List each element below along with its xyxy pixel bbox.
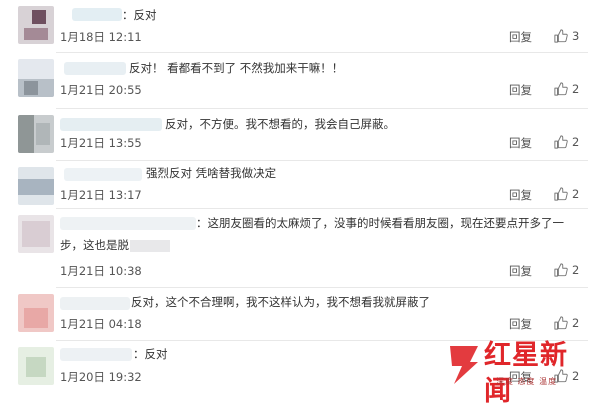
comment-text: 反对，不方便。我不想看的，我会自己屏蔽。 bbox=[165, 117, 395, 131]
comment-item: 反对，这个不合理啊，我不这样认为，我不想看我就屏蔽了 1月21日 04:18 回… bbox=[0, 288, 600, 340]
comment-text: ：这朋友圈看的太麻烦了，没事的时候看看朋友圈，现在还要点开多了一 bbox=[196, 216, 564, 230]
like-button[interactable]: 2 bbox=[554, 135, 579, 149]
comment-text: 强烈反对 凭啥替我做决定 bbox=[146, 166, 277, 180]
comment-time: 1月21日 20:55 bbox=[60, 83, 142, 97]
like-count: 2 bbox=[572, 187, 580, 201]
username-blurred[interactable] bbox=[60, 118, 162, 131]
avatar[interactable] bbox=[18, 215, 54, 253]
avatar[interactable] bbox=[18, 167, 54, 205]
comment-item: 反对！ 看都看不到了 不然我加来干嘛！！ 1月21日 20:55 回复 2 bbox=[0, 53, 600, 108]
brand-name: 红星新闻 bbox=[484, 340, 568, 406]
like-button[interactable]: 2 bbox=[554, 82, 579, 96]
reply-button[interactable]: 回复 bbox=[509, 29, 532, 45]
like-button[interactable]: 2 bbox=[554, 316, 579, 330]
thumbs-up-icon bbox=[554, 316, 568, 330]
thumbs-up-icon bbox=[554, 29, 568, 43]
username-blurred[interactable] bbox=[64, 62, 126, 75]
reply-button[interactable]: 回复 bbox=[509, 135, 532, 151]
username-blurred[interactable] bbox=[64, 168, 142, 181]
like-button[interactable]: 2 bbox=[554, 187, 579, 201]
comment-item: ：这朋友圈看的太麻烦了，没事的时候看看朋友圈，现在还要点开多了一 步，这也是脱 … bbox=[0, 209, 600, 287]
red-star-logo-icon bbox=[450, 346, 478, 384]
like-button[interactable]: 2 bbox=[554, 263, 579, 277]
comment-time: 1月18日 12:11 bbox=[60, 30, 142, 44]
brand-watermark: 红星新闻 深度 态度 温度 bbox=[444, 338, 594, 406]
username-blurred[interactable] bbox=[60, 217, 196, 230]
avatar[interactable] bbox=[18, 6, 54, 44]
thumbs-up-icon bbox=[554, 135, 568, 149]
like-button[interactable]: 3 bbox=[554, 29, 579, 43]
like-count: 3 bbox=[572, 29, 580, 43]
comment-time: 1月21日 13:17 bbox=[60, 188, 142, 202]
reply-button[interactable]: 回复 bbox=[509, 263, 532, 279]
comment-text: ：反对 bbox=[122, 8, 157, 22]
like-count: 2 bbox=[572, 82, 580, 96]
comment-text: 反对，这个不合理啊，我不这样认为，我不想看我就屏蔽了 bbox=[131, 295, 430, 309]
username-blurred[interactable] bbox=[60, 297, 130, 310]
thumbs-up-icon bbox=[554, 82, 568, 96]
comment-time: 1月21日 13:55 bbox=[60, 136, 142, 150]
avatar[interactable] bbox=[18, 115, 54, 153]
like-count: 2 bbox=[572, 263, 580, 277]
avatar[interactable] bbox=[18, 59, 54, 97]
comment-item: ：反对 1月18日 12:11 回复 3 bbox=[0, 0, 600, 52]
reply-button[interactable]: 回复 bbox=[509, 187, 532, 203]
comment-time: 1月21日 04:18 bbox=[60, 317, 142, 331]
reply-button[interactable]: 回复 bbox=[509, 82, 532, 98]
avatar[interactable] bbox=[18, 294, 54, 332]
comment-text: 反对！ 看都看不到了 不然我加来干嘛！！ bbox=[129, 61, 344, 75]
thumbs-up-icon bbox=[554, 187, 568, 201]
comment-item: 强烈反对 凭啥替我做决定 1月21日 13:17 回复 2 bbox=[0, 161, 600, 208]
like-count: 2 bbox=[572, 316, 580, 330]
username-blurred[interactable] bbox=[60, 348, 132, 361]
comment-text-line-2: 步，这也是脱 bbox=[60, 235, 170, 255]
reply-button[interactable]: 回复 bbox=[509, 316, 532, 332]
blurred-text bbox=[130, 239, 170, 252]
comment-text: ：反对 bbox=[133, 347, 168, 361]
comment-time: 1月21日 10:38 bbox=[60, 264, 142, 278]
username-blurred[interactable] bbox=[72, 8, 122, 21]
like-count: 2 bbox=[572, 135, 580, 149]
thumbs-up-icon bbox=[554, 263, 568, 277]
brand-slogan: 深度 态度 温度 bbox=[496, 377, 558, 386]
comment-time: 1月20日 19:32 bbox=[60, 370, 142, 384]
comment-item: 反对，不方便。我不想看的，我会自己屏蔽。 1月21日 13:55 回复 2 bbox=[0, 109, 600, 161]
avatar[interactable] bbox=[18, 347, 54, 385]
